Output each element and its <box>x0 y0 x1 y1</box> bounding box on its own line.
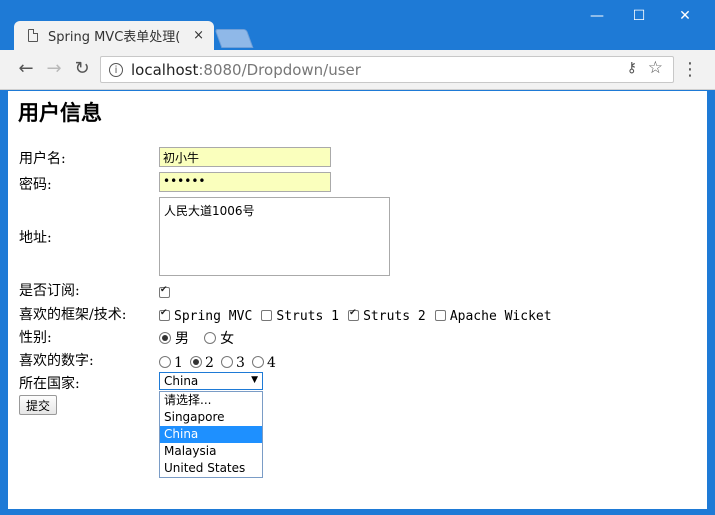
subscribe-label: 是否订阅: <box>19 283 80 299</box>
country-dropdown-list: 请选择... Singapore China Malaysia United S… <box>159 391 263 478</box>
number-option-label: 3 <box>236 355 245 371</box>
country-selected-value: China <box>164 374 199 388</box>
framework-checkbox-spring-mvc[interactable] <box>159 308 170 321</box>
number-radio-4[interactable] <box>252 356 265 368</box>
dropdown-arrow-icon: ▼ <box>251 375 258 385</box>
framework-label: Struts 2 <box>363 309 426 324</box>
username-label: 用户名: <box>19 151 66 167</box>
document-icon <box>28 29 38 42</box>
framework-checkbox-apache-wicket[interactable] <box>434 310 446 321</box>
menu-icon[interactable]: ⋮ <box>681 59 699 80</box>
gender-radio-male[interactable] <box>159 332 171 344</box>
maximize-button[interactable]: ☐ <box>616 8 662 24</box>
gender-option-label: 男 <box>175 331 189 347</box>
gender-option-label: 女 <box>220 331 235 347</box>
number-group: 1 2 3 4 <box>159 352 278 371</box>
username-input[interactable]: 初小牛 <box>159 147 331 167</box>
framework-checkbox-struts-1[interactable] <box>261 310 273 321</box>
reload-icon[interactable]: ↻ <box>70 58 94 79</box>
close-window-button[interactable]: ✕ <box>662 8 708 24</box>
info-icon[interactable]: i <box>109 62 123 77</box>
number-radio-2[interactable] <box>190 356 203 368</box>
browser-title-bar: Spring MVC表单处理( × — ☐ ✕ <box>0 0 715 50</box>
frameworks-label: 喜欢的框架/技术: <box>19 307 127 323</box>
country-option[interactable]: 请选择... <box>160 392 262 409</box>
bookmark-star-icon[interactable]: ☆ <box>648 58 663 78</box>
country-select[interactable]: China ▼ <box>159 372 263 390</box>
submit-button[interactable]: 提交 <box>19 395 58 415</box>
forward-arrow-icon[interactable]: → <box>42 58 66 79</box>
page-viewport: 用户信息 用户名: 初小牛 密码: •••••• 地址: 人民大道1006号 是… <box>8 91 707 509</box>
password-input[interactable]: •••••• <box>159 172 331 192</box>
number-option-label: 2 <box>205 355 214 371</box>
password-label: 密码: <box>19 177 52 193</box>
url-host: localhost <box>131 60 199 79</box>
gender-radio-female[interactable] <box>204 332 217 344</box>
page-title: 用户信息 <box>18 100 102 125</box>
frameworks-group: Spring MVC Struts 1 Struts 2 Apache Wick… <box>159 305 556 324</box>
address-label: 地址: <box>19 230 52 246</box>
address-textarea[interactable]: 人民大道1006号 <box>159 197 390 276</box>
url-path: :8080/Dropdown/user <box>198 60 361 79</box>
tab-close-icon[interactable]: × <box>193 28 204 43</box>
framework-label: Spring MVC <box>174 309 253 324</box>
minimize-button[interactable]: — <box>574 8 620 24</box>
browser-toolbar: ← → ↻ i localhost:8080/Dropdown/user ⚷ ☆… <box>0 50 715 90</box>
gender-group: 男 女 <box>159 328 238 348</box>
address-bar[interactable]: i localhost:8080/Dropdown/user ⚷ ☆ <box>100 56 674 83</box>
gender-label: 性别: <box>19 330 52 346</box>
tab-title: Spring MVC表单处理( <box>48 30 181 45</box>
framework-label: Struts 1 <box>276 309 339 324</box>
browser-tab[interactable]: Spring MVC表单处理( × <box>14 21 214 50</box>
framework-label: Apache Wicket <box>449 309 552 324</box>
country-option-selected[interactable]: China <box>160 426 262 443</box>
key-icon[interactable]: ⚷ <box>627 60 637 76</box>
country-label: 所在国家: <box>19 376 80 392</box>
framework-checkbox-struts-2[interactable] <box>348 308 360 321</box>
number-option-label: 1 <box>174 355 183 371</box>
back-arrow-icon[interactable]: ← <box>14 58 38 79</box>
country-option[interactable]: Malaysia <box>160 443 262 460</box>
favorite-number-label: 喜欢的数字: <box>19 353 94 369</box>
country-option[interactable]: Singapore <box>160 409 262 426</box>
number-option-label: 4 <box>267 355 276 371</box>
new-tab-button[interactable] <box>214 29 254 48</box>
number-radio-3[interactable] <box>221 356 234 368</box>
number-radio-1[interactable] <box>159 356 171 368</box>
subscribe-checkbox[interactable] <box>159 285 170 298</box>
country-option[interactable]: United States <box>160 460 262 477</box>
